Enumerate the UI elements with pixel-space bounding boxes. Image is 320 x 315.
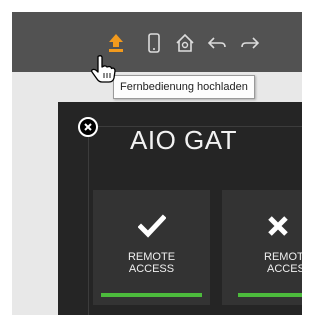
home-settings-icon <box>176 33 194 52</box>
redo-button[interactable] <box>239 32 261 54</box>
tile-label: REMOTE ACCESS <box>93 251 210 275</box>
phone-button[interactable] <box>143 32 165 54</box>
phone-icon <box>148 33 160 53</box>
close-panel-button[interactable] <box>78 117 98 137</box>
panel-title: AIO GAT <box>130 125 238 155</box>
close-icon <box>84 123 92 131</box>
upload-remote-button[interactable] <box>105 32 127 54</box>
upload-tooltip: Fernbedienung hochladen <box>113 75 255 99</box>
tile-label-line1: REMOTE <box>127 251 176 263</box>
remote-access-tile[interactable]: REMOTE ACCESS <box>93 190 210 305</box>
editor-toolbar <box>12 12 302 72</box>
undo-button[interactable] <box>206 32 228 54</box>
hand-cursor-icon <box>91 55 116 83</box>
tile-label: REMOT ACCES <box>222 251 302 275</box>
home-settings-button[interactable] <box>174 32 196 54</box>
tile-label-line1: REMOT <box>264 251 302 263</box>
undo-icon <box>207 37 226 49</box>
checkmark-icon <box>137 214 166 238</box>
remote-access-tile-2[interactable]: REMOT ACCES <box>222 190 302 305</box>
redo-icon <box>241 37 260 49</box>
upload-icon <box>109 34 123 52</box>
x-icon <box>268 216 288 236</box>
tile-label-line2: ACCES <box>267 263 302 275</box>
tile-label-line2: ACCESS <box>128 263 175 275</box>
status-bar <box>238 293 302 297</box>
status-bar <box>101 293 202 297</box>
